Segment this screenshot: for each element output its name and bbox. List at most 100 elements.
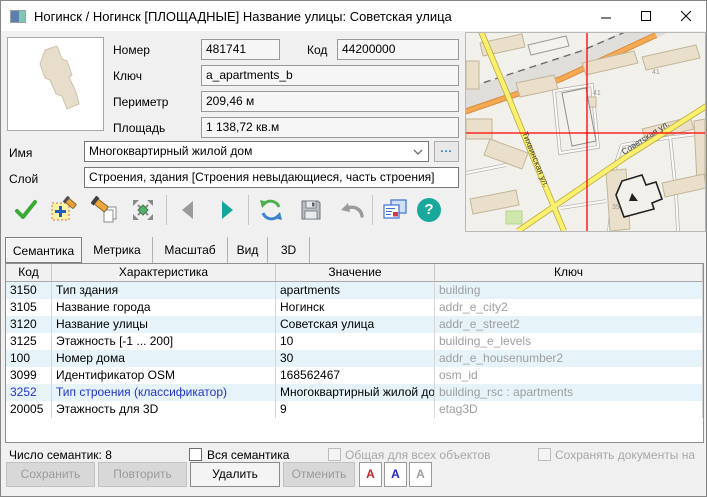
cell-key: addr_e_city2 [435,299,703,316]
cell-key: addr_e_street2 [435,316,703,333]
code-label: Код [307,43,327,57]
cell-value: Ногинск [276,299,435,316]
tab-bar: СемантикаМетрикаМасштабВид3D [5,237,704,263]
save-semantics-button[interactable]: Сохранить [6,462,95,487]
object-shape-preview [7,37,104,131]
refresh-icon[interactable] [255,194,287,226]
perimeter-field: 209,46 м [201,91,459,112]
cell-name: Этажность [-1 ... 200] [52,333,276,350]
cell-code: 3125 [6,333,52,350]
number-field: 481741 [201,39,280,60]
window-title: Ногинск / Ногинск [ПЛОЩАДНЫЕ] Название у… [34,9,452,24]
column-header[interactable]: Значение [276,264,435,282]
table-row[interactable]: 100Номер дома30addr_e_housenumber2 [6,350,703,367]
repeat-button[interactable]: Повторить [98,462,187,487]
semantics-count: Число семантик: 8 [9,448,112,462]
maximize-button[interactable] [626,1,666,31]
common-for-all-checkbox[interactable] [328,448,341,461]
previous-object-icon[interactable] [173,194,205,226]
semantics-table: КодХарактеристикаЗначениеКлюч 3150Тип зд… [5,263,704,443]
tab-Масштаб[interactable]: Масштаб [153,237,228,263]
building-number: 39 [612,204,620,211]
column-header[interactable]: Характеристика [52,264,276,282]
table-row[interactable]: 3252Тип строения (классификатор)Многоква… [6,384,703,401]
cell-value: apartments [276,282,435,299]
cell-value: 30 [276,350,435,367]
cell-value: Советская улица [276,316,435,333]
font-red-button[interactable]: A [359,462,382,487]
cell-value: Многоквартирный жилой дом [276,384,435,401]
name-combobox[interactable]: Многоквартирный жилой дом [84,141,429,162]
building-number: 41 [652,69,660,76]
name-label: Имя [9,146,32,160]
table-row[interactable]: 20005Этажность для 3D9etag3D [6,401,703,418]
save-documents-label: Сохранять документы на [555,448,695,462]
help-icon[interactable]: ? [413,194,445,226]
cell-code: 3105 [6,299,52,316]
key-field: a_apartments_b [201,65,459,86]
cell-key: building_rsc : apartments [435,384,703,401]
cell-value: 9 [276,401,435,418]
building-footprint-shape [8,38,103,130]
semantics-table-body: 3150Тип зданияapartmentsbuilding3105Назв… [6,282,703,418]
apply-check-icon[interactable] [10,194,42,226]
add-object-icon[interactable] [48,194,80,226]
cell-value: 10 [276,333,435,350]
close-button[interactable] [666,1,706,31]
cell-name: Тип строения (классификатор) [52,384,276,401]
table-header: КодХарактеристикаЗначениеКлюч [6,264,703,282]
all-semantics-label: Вся семантика [207,448,289,462]
table-row[interactable]: 3099Идентификатор OSM168562467osm_id [6,367,703,384]
tab-Вид[interactable]: Вид [228,237,268,263]
layer-field: Строения, здания [Строения невыдающиеся,… [84,167,459,188]
table-row[interactable]: 3105Название городаНогинскaddr_e_city2 [6,299,703,316]
app-icon [10,10,26,23]
save-icon[interactable] [295,194,327,226]
table-row[interactable]: 3125Этажность [-1 ... 200]10building_e_l… [6,333,703,350]
undo-icon[interactable] [336,194,368,226]
report-icon[interactable] [379,194,411,226]
next-object-icon[interactable] [210,194,242,226]
save-documents-checkbox[interactable] [538,448,551,461]
layer-label: Слой [9,172,38,186]
all-semantics-checkbox[interactable] [189,448,202,461]
cell-key: building [435,282,703,299]
font-blue-button[interactable]: A [384,462,407,487]
table-row[interactable]: 3120Название улицыСоветская улицаaddr_e_… [6,316,703,333]
fit-extent-icon[interactable] [127,194,159,226]
cancel-button[interactable]: Отменить [283,462,355,487]
area-field: 1 138,72 кв.м [201,117,459,138]
cell-code: 3120 [6,316,52,333]
title-bar: Ногинск / Ногинск [ПЛОЩАДНЫЕ] Название у… [1,1,706,31]
chevron-down-icon[interactable] [413,149,423,155]
map-green-area [506,211,522,224]
table-row[interactable]: 3150Тип зданияapartmentsbuilding [6,282,703,299]
number-label: Номер [113,43,150,57]
cell-name: Этажность для 3D [52,401,276,418]
cell-key: addr_e_housenumber2 [435,350,703,367]
cell-name: Тип здания [52,282,276,299]
map-preview[interactable]: Тихвинская ул. Советская ул. 41 41 39 [465,32,706,232]
cell-value: 168562467 [276,367,435,384]
delete-button[interactable]: Удалить [190,462,280,487]
font-gray-button[interactable]: A [409,462,432,487]
tab-Метрика[interactable]: Метрика [82,237,153,263]
area-label: Площадь [113,121,165,135]
perimeter-label: Периметр [113,95,168,109]
minimize-button[interactable] [586,1,626,31]
cell-code: 20005 [6,401,52,418]
column-header[interactable]: Ключ [435,264,703,282]
column-header[interactable]: Код [6,264,52,282]
tab-Семантика[interactable]: Семантика [5,237,82,263]
cell-code: 3252 [6,384,52,401]
cell-code: 3099 [6,367,52,384]
highlight-object-icon[interactable] [89,194,121,226]
cell-code: 3150 [6,282,52,299]
cell-name: Идентификатор OSM [52,367,276,384]
common-for-all-label: Общая для всех объектов [345,448,491,462]
code-field: 44200000 [337,39,459,60]
name-more-button[interactable]: ... [434,141,459,162]
tab-3D[interactable]: 3D [268,237,310,263]
key-label: Ключ [113,69,142,83]
cell-key: osm_id [435,367,703,384]
